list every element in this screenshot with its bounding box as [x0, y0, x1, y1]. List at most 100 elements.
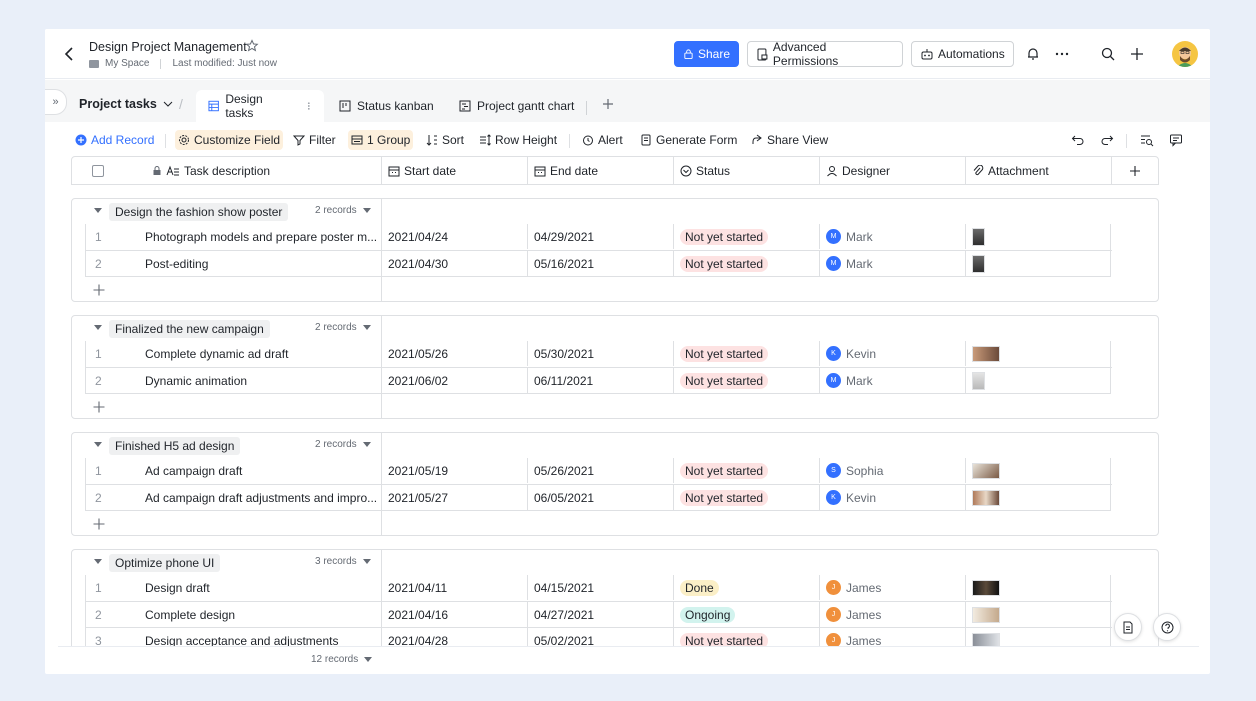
back-arrow-icon[interactable]: [61, 45, 79, 63]
avatar[interactable]: [1172, 41, 1198, 67]
attachment-thumbnail[interactable]: [972, 579, 1000, 596]
attachment-thumbnail[interactable]: [972, 371, 985, 390]
row-number[interactable]: 2: [86, 251, 134, 276]
task-description-cell[interactable]: Complete design: [139, 602, 383, 627]
status-cell[interactable]: Not yet started: [674, 224, 820, 249]
start-date-cell[interactable]: 2021/05/19: [382, 458, 528, 483]
task-description-cell[interactable]: Design acceptance and adjustments: [139, 628, 383, 647]
row-number[interactable]: 1: [86, 224, 134, 249]
add-row-plus-icon[interactable]: [92, 400, 106, 414]
start-date-cell[interactable]: 2021/04/30: [382, 251, 528, 276]
end-date-cell[interactable]: 05/30/2021: [528, 341, 674, 366]
alert-button[interactable]: Alert: [579, 130, 626, 150]
table-row[interactable]: 2 Ad campaign draft adjustments and impro…: [86, 484, 1112, 510]
row-number[interactable]: 1: [86, 575, 134, 600]
attachment-thumbnail[interactable]: [972, 632, 1000, 646]
designer-cell[interactable]: J James: [820, 628, 966, 646]
select-all-checkbox[interactable]: [92, 164, 104, 177]
status-cell[interactable]: Not yet started: [674, 458, 820, 483]
start-date-cell[interactable]: 2021/04/28: [382, 628, 528, 646]
header-attachment[interactable]: Attachment: [966, 157, 1112, 184]
sort-button[interactable]: Sort: [423, 130, 467, 150]
filter-button[interactable]: Filter: [290, 130, 339, 150]
more-icon[interactable]: [1054, 46, 1070, 62]
start-date-cell[interactable]: 2021/06/02: [382, 368, 528, 393]
customize-field-button[interactable]: Customize Field: [175, 130, 284, 150]
designer-cell[interactable]: M Mark: [820, 224, 966, 249]
header-status[interactable]: Status: [674, 157, 820, 184]
attachment-cell[interactable]: [966, 628, 1112, 646]
attachment-cell[interactable]: [966, 458, 1112, 483]
end-date-cell[interactable]: 04/29/2021: [528, 224, 674, 249]
table-row[interactable]: 2 Post-editing 2021/04/30 05/16/2021 Not yet…: [86, 250, 1112, 276]
add-column-button[interactable]: [1112, 157, 1158, 184]
generate-form-button[interactable]: Generate Form: [637, 130, 740, 150]
status-cell[interactable]: Not yet started: [674, 368, 820, 393]
header-end-date[interactable]: End date: [528, 157, 674, 184]
designer-cell[interactable]: K Kevin: [820, 485, 966, 510]
comment-icon[interactable]: [1169, 133, 1183, 147]
status-cell[interactable]: Not yet started: [674, 628, 820, 646]
tab-status-kanban[interactable]: Status kanban: [327, 90, 446, 122]
start-date-cell[interactable]: 2021/05/27: [382, 485, 528, 510]
row-number[interactable]: 2: [86, 485, 134, 510]
attachment-thumbnail[interactable]: [972, 462, 1000, 479]
start-date-cell[interactable]: 2021/04/11: [382, 575, 528, 600]
table-row[interactable]: 1 Design draft 2021/04/11 04/15/2021 Done J Ja…: [86, 575, 1112, 601]
table-row[interactable]: 1 Ad campaign draft 2021/05/19 05/26/2021 No…: [86, 458, 1112, 484]
row-number[interactable]: 3: [86, 628, 134, 647]
end-date-cell[interactable]: 05/16/2021: [528, 251, 674, 276]
undo-icon[interactable]: [1071, 133, 1085, 147]
start-date-cell[interactable]: 2021/04/16: [382, 602, 528, 627]
attachment-cell[interactable]: [966, 224, 1112, 249]
tab-project-gantt-chart[interactable]: Project gantt chart: [447, 90, 586, 122]
star-icon[interactable]: [245, 39, 259, 53]
task-description-cell[interactable]: Dynamic animation: [139, 368, 383, 393]
table-selector[interactable]: Project tasks: [79, 97, 173, 111]
status-cell[interactable]: Ongoing: [674, 602, 820, 627]
collapse-caret-icon[interactable]: [94, 208, 102, 213]
redo-icon[interactable]: [1100, 133, 1114, 147]
attachment-thumbnail[interactable]: [972, 345, 1000, 362]
group-record-count[interactable]: 2 records: [315, 439, 371, 450]
table-row[interactable]: 1 Complete dynamic ad draft 2021/05/26 05/3…: [86, 341, 1112, 367]
space-link[interactable]: My Space: [105, 58, 149, 69]
attachment-cell[interactable]: [966, 485, 1112, 510]
designer-cell[interactable]: K Kevin: [820, 341, 966, 366]
end-date-cell[interactable]: 04/15/2021: [528, 575, 674, 600]
designer-cell[interactable]: S Sophia: [820, 458, 966, 483]
row-number[interactable]: 1: [86, 341, 134, 366]
table-row[interactable]: 1 Photograph models and prepare poster m.…: [86, 224, 1112, 250]
attachment-cell[interactable]: [966, 341, 1112, 366]
expand-sidebar-button[interactable]: »: [45, 89, 67, 115]
header-start-date[interactable]: Start date: [382, 157, 528, 184]
group-button[interactable]: 1 Group: [348, 130, 414, 150]
status-cell[interactable]: Not yet started: [674, 341, 820, 366]
header-designer[interactable]: Designer: [820, 157, 966, 184]
add-view-icon[interactable]: [601, 97, 615, 111]
designer-cell[interactable]: M Mark: [820, 251, 966, 276]
plus-icon[interactable]: [1129, 46, 1145, 62]
tab-design-tasks[interactable]: Design tasks: [196, 90, 324, 122]
row-number[interactable]: 2: [86, 368, 134, 393]
end-date-cell[interactable]: 05/02/2021: [528, 628, 674, 646]
search-icon[interactable]: [1100, 46, 1116, 62]
advanced-permissions-button[interactable]: Advanced Permissions: [747, 40, 903, 68]
task-description-cell[interactable]: Design draft: [139, 575, 383, 600]
share-view-button[interactable]: Share View: [748, 130, 831, 150]
end-date-cell[interactable]: 06/05/2021: [528, 485, 674, 510]
status-cell[interactable]: Done: [674, 575, 820, 600]
attachment-cell[interactable]: [966, 602, 1112, 627]
designer-cell[interactable]: J James: [820, 575, 966, 600]
share-button[interactable]: Share: [674, 41, 739, 67]
table-row[interactable]: 3 Design acceptance and adjustments 2021/0…: [86, 627, 1112, 646]
table-row[interactable]: 2 Dynamic animation 2021/06/02 06/11/2021 No…: [86, 367, 1112, 393]
automations-button[interactable]: Automations: [911, 41, 1014, 67]
attachment-thumbnail[interactable]: [972, 606, 1000, 623]
designer-cell[interactable]: J James: [820, 602, 966, 627]
add-row-plus-icon[interactable]: [92, 283, 106, 297]
task-description-cell[interactable]: Ad campaign draft adjustments and impro.…: [139, 485, 383, 510]
attachment-thumbnail[interactable]: [972, 254, 985, 273]
group-record-count[interactable]: 2 records: [315, 205, 371, 216]
tab-more-icon[interactable]: [306, 100, 312, 112]
